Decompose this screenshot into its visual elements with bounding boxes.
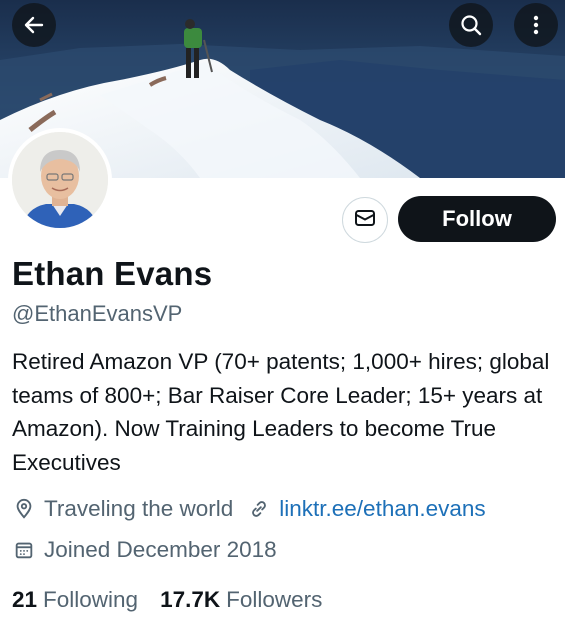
message-button[interactable] <box>342 197 388 243</box>
profile-handle: @EthanEvansVP <box>12 301 183 326</box>
link-icon <box>247 497 271 521</box>
followers-label: Followers <box>226 587 323 612</box>
following-count: 21 <box>12 587 38 612</box>
followers-stat[interactable]: 17.7K Followers <box>160 587 322 613</box>
search-icon <box>459 13 483 37</box>
calendar-icon <box>12 538 36 562</box>
profile-stats: 21 Following 17.7K Followers <box>12 587 322 613</box>
back-button[interactable] <box>12 3 56 47</box>
following-stat[interactable]: 21 Following <box>12 587 138 613</box>
profile-bio: Retired Amazon VP (70+ patents; 1,000+ h… <box>12 349 550 475</box>
followers-count: 17.7K <box>160 587 221 612</box>
following-label: Following <box>43 587 139 612</box>
avatar[interactable] <box>8 128 112 232</box>
more-options-button[interactable] <box>514 3 558 47</box>
profile-location: Traveling the world <box>44 496 234 521</box>
avatar-image <box>12 132 108 228</box>
profile-joined: Joined December 2018 <box>44 537 277 562</box>
more-vertical-icon <box>524 13 548 37</box>
location-pin-icon <box>12 497 36 521</box>
profile-website-link[interactable]: linktr.ee/ethan.evans <box>279 496 485 522</box>
arrow-left-icon <box>22 13 46 37</box>
profile-name: Ethan Evans <box>12 255 213 292</box>
search-button[interactable] <box>449 3 493 47</box>
profile-joined-row: Joined December 2018 <box>12 537 277 563</box>
envelope-icon <box>353 206 377 235</box>
follow-button[interactable]: Follow <box>398 196 556 242</box>
profile-meta-row: Traveling the world linktr.ee/ethan.evan… <box>12 496 486 522</box>
